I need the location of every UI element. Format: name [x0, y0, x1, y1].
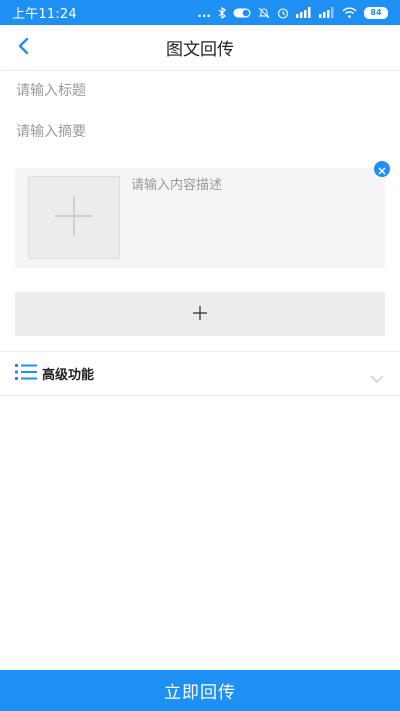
plus-icon	[193, 305, 207, 323]
title-bar: 图文回传	[0, 25, 400, 71]
content-block-card	[15, 168, 385, 268]
toggle-icon	[233, 8, 251, 18]
submit-button[interactable]: 立即回传	[0, 670, 400, 711]
remove-block-button[interactable]	[374, 161, 390, 177]
plus-icon	[53, 195, 95, 241]
add-image-button[interactable]	[28, 176, 120, 259]
status-time: 上午11:24	[12, 7, 77, 22]
list-icon	[15, 363, 37, 385]
notification-dots: ...	[197, 5, 211, 20]
battery-indicator: 84	[364, 6, 388, 19]
back-button[interactable]	[8, 33, 38, 63]
advanced-features-label: 高级功能	[42, 368, 95, 383]
advanced-features-toggle[interactable]: 高级功能	[0, 351, 400, 396]
status-icons: ... 84	[197, 6, 388, 20]
signal-icon	[296, 7, 312, 18]
mute-bell-icon	[258, 7, 270, 19]
bluetooth-icon	[218, 6, 226, 19]
chevron-down-icon	[370, 368, 384, 387]
summary-input[interactable]	[16, 114, 384, 150]
page-title: 图文回传	[166, 40, 234, 60]
alarm-icon	[277, 7, 289, 19]
status-bar: 上午11:24 ... 84	[0, 0, 400, 25]
signal-2-icon	[319, 7, 335, 18]
content-description-input[interactable]	[131, 174, 371, 254]
chevron-left-icon	[17, 37, 29, 59]
add-block-button[interactable]	[15, 292, 385, 336]
title-input[interactable]	[16, 73, 384, 109]
close-icon	[378, 160, 386, 179]
wifi-icon	[342, 7, 357, 18]
